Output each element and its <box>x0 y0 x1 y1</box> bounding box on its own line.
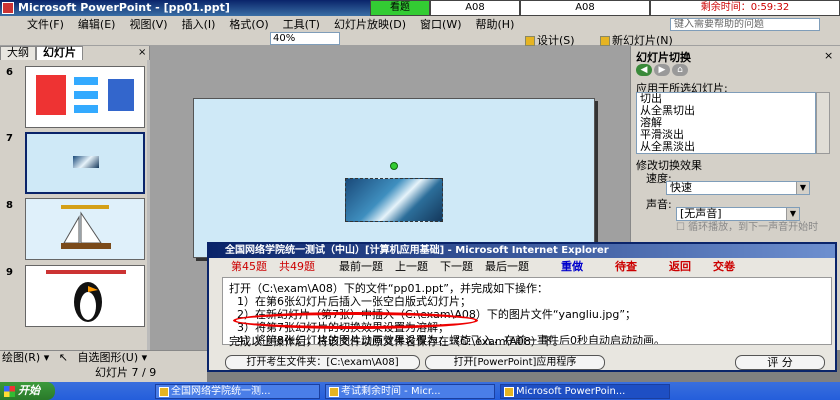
slide-6-diagram-icon <box>36 75 134 115</box>
slide-thumbnail-9[interactable] <box>25 265 145 327</box>
exam-timer-bar: 看题 A08 A08 剩余时间：0:59:32 <box>370 0 840 16</box>
slide-number-9: 9 <box>6 267 13 278</box>
loop-label: 循环播放，到下一声音开始时 <box>688 222 819 233</box>
slide-thumbnail-6[interactable] <box>25 66 145 128</box>
sound-select[interactable]: [无声音] ▼ <box>676 207 800 221</box>
close-icon[interactable]: × <box>824 49 833 62</box>
help-search-input[interactable]: 键入需要帮助的问题 <box>670 17 820 31</box>
close-icon[interactable]: × <box>138 47 146 58</box>
menu-edit[interactable]: 编辑(E) <box>71 16 123 32</box>
menu-file[interactable]: 文件(F) <box>20 16 71 32</box>
prev-question-button[interactable]: 上一题 <box>389 259 434 275</box>
current-question: 第45题 <box>231 260 267 273</box>
transition-list[interactable]: 切出 从全黑切出 溶解 平滑淡出 从全黑淡出 <box>636 92 816 154</box>
powerpoint-app-icon[interactable] <box>2 2 14 14</box>
inserted-picture[interactable] <box>345 178 443 222</box>
panel-tabs: 大纲 幻灯片 <box>0 46 83 60</box>
sound-value: [无声音] <box>680 207 722 220</box>
highlight-annotation <box>233 312 478 329</box>
slide-number-7: 7 <box>6 133 13 144</box>
chevron-down-icon[interactable]: ▼ <box>786 208 799 220</box>
menu-help[interactable]: 帮助(H) <box>469 16 522 32</box>
grade-button[interactable]: 评 分 <box>735 355 825 370</box>
sound-label: 声音: <box>646 198 672 211</box>
transition-list-scrollbar[interactable] <box>816 92 830 154</box>
taskbar-item-exam-browser[interactable]: 全国网络学院统一测... <box>155 384 320 399</box>
open-exam-folder-button[interactable]: 打开考生文件夹：[C:\exam\A08] <box>225 355 420 370</box>
rotate-handle[interactable] <box>390 162 398 170</box>
powerpoint-icon <box>504 387 514 397</box>
slide-7-wave-image-icon <box>73 156 99 168</box>
speed-select[interactable]: 快速 ▼ <box>666 181 810 195</box>
loop-until-next-sound-checkbox[interactable]: ☐ 循环播放，到下一声音开始时 <box>676 222 836 233</box>
redo-button[interactable]: 重做 <box>555 259 589 275</box>
transition-cut-through-black[interactable]: 从全黑切出 <box>637 105 815 117</box>
drawing-toolbar: 绘图(R) ▾ ↖ 自选图形(U) ▾ <box>0 350 207 365</box>
chevron-down-icon[interactable]: ▾ <box>142 351 148 364</box>
slide-position-status: 幻灯片 7 / 9 <box>95 366 157 379</box>
menu-slideshow[interactable]: 幻灯片放映(D) <box>327 16 413 32</box>
slide-9-penguin-icon <box>46 270 126 322</box>
slide-number-6: 6 <box>6 67 13 78</box>
menu-bar: 文件(F) 编辑(E) 视图(V) 插入(I) 格式(O) 工具(T) 幻灯片放… <box>0 16 840 32</box>
taskbar-item-label: 考试剩余时间 - Micr... <box>341 386 441 397</box>
slide-8-ship-icon <box>61 205 111 249</box>
mark-for-review-button[interactable]: 待查 <box>609 259 643 275</box>
menu-tools[interactable]: 工具(T) <box>276 16 327 32</box>
ie-icon <box>329 387 339 397</box>
transition-fade-through-black[interactable]: 从全黑淡出 <box>637 141 815 153</box>
chevron-down-icon[interactable]: ▾ <box>44 351 50 364</box>
status-bar: 幻灯片 7 / 9 <box>0 365 207 382</box>
draw-menu-button[interactable]: 绘图(R) <box>2 351 40 364</box>
forward-arrow-icon[interactable]: ▶ <box>654 64 670 76</box>
last-question-button[interactable]: 最后一题 <box>479 259 535 275</box>
chevron-down-icon[interactable]: ▼ <box>796 182 809 194</box>
return-button[interactable]: 返回 <box>663 259 697 275</box>
design-icon <box>525 36 535 46</box>
view-question-button[interactable]: 看题 <box>370 0 430 16</box>
task-pane-nav: ◀ ▶ ⌂ <box>636 64 688 76</box>
next-question-button[interactable]: 下一题 <box>434 259 479 275</box>
checkbox-icon: ☐ <box>676 222 685 233</box>
standard-toolbar <box>0 32 840 46</box>
back-arrow-icon[interactable]: ◀ <box>636 64 652 76</box>
total-questions: 共49题 <box>279 260 315 273</box>
menu-window[interactable]: 窗口(W) <box>413 16 468 32</box>
menu-insert[interactable]: 插入(I) <box>175 16 223 32</box>
home-icon[interactable]: ⌂ <box>672 64 688 76</box>
slide-thumbnail-8[interactable] <box>25 198 145 260</box>
windows-logo-icon <box>4 386 15 397</box>
submit-exam-button[interactable]: 交卷 <box>707 259 741 275</box>
ie-icon <box>159 387 169 397</box>
question-line: 打开（C:\exam\A08）下的文件“pp01.ppt”，并完成如下操作： <box>229 282 548 295</box>
taskbar-item-powerpoint[interactable]: Microsoft PowerPoin... <box>500 384 670 399</box>
zoom-select[interactable]: 40% <box>270 32 340 45</box>
window-title: Microsoft PowerPoint - [pp01.ppt] <box>18 1 230 14</box>
exam-dialog-title: 全国网络学院统一测试（中山）[计算机应用基础] - Microsoft Inte… <box>209 244 835 258</box>
task-pane-title: 幻灯片切换 <box>636 51 691 64</box>
select-pointer-icon[interactable]: ↖ <box>59 351 68 364</box>
autoshapes-button[interactable]: 自选图形(U) <box>77 351 138 364</box>
first-question-button[interactable]: 最前一题 <box>333 259 389 275</box>
taskbar-item-timer[interactable]: 考试剩余时间 - Micr... <box>325 384 495 399</box>
remaining-time: 剩余时间：0:59:32 <box>650 0 840 16</box>
tab-outline[interactable]: 大纲 <box>0 46 36 60</box>
menu-view[interactable]: 视图(V) <box>122 16 174 32</box>
slide-thumbnail-7[interactable] <box>25 132 145 194</box>
slide-number-8: 8 <box>6 200 13 211</box>
taskbar-item-label: Microsoft PowerPoin... <box>516 386 626 397</box>
timer-field-a: A08 <box>430 0 520 16</box>
timer-field-b: A08 <box>520 0 650 16</box>
new-slide-icon <box>600 36 610 46</box>
menu-format[interactable]: 格式(O) <box>222 16 275 32</box>
question-nav: 第45题 共49题 最前一题 上一题 下一题 最后一题 重做 待查 返回 交卷 <box>225 259 825 275</box>
question-closing-line: 完成以上操作后，将该文件以原文件名保存在（C:\exam\A08）下。 <box>229 335 564 348</box>
taskbar-item-label: 全国网络学院统一测... <box>171 386 271 397</box>
open-powerpoint-button[interactable]: 打开[PowerPoint]应用程序 <box>425 355 605 370</box>
tab-slides[interactable]: 幻灯片 <box>36 46 83 60</box>
speed-value: 快速 <box>670 181 692 194</box>
question-step: 1）在第6张幻灯片后插入一张空白版式幻灯片； <box>237 295 471 308</box>
